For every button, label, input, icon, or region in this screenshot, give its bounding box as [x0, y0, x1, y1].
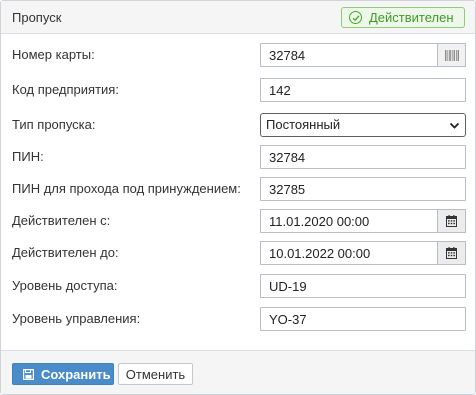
control-level-input[interactable] [260, 307, 466, 331]
pin-input[interactable] [260, 145, 466, 169]
company-code-row: Код предприятия: [1, 78, 475, 102]
pass-type-select[interactable]: Постоянный [260, 113, 466, 137]
calendar-icon [446, 215, 457, 227]
check-circle-icon [349, 11, 362, 24]
access-level-label: Уровень доступа: [12, 278, 118, 293]
pass-type-value: Постоянный [266, 117, 341, 132]
valid-from-input[interactable] [260, 209, 438, 233]
save-button[interactable]: Сохранить [12, 363, 114, 385]
valid-to-input[interactable] [260, 241, 438, 265]
access-level-row: Уровень доступа: [1, 274, 475, 298]
duress-pin-label: ПИН для прохода под принуждением: [12, 181, 241, 196]
access-level-input[interactable] [260, 274, 466, 298]
chevron-down-icon [449, 122, 460, 129]
cancel-button[interactable]: Отменить [118, 363, 193, 385]
duress-pin-input[interactable] [260, 177, 466, 201]
pass-type-label: Тип пропуска: [12, 117, 96, 132]
company-code-input[interactable] [260, 78, 466, 102]
card-number-row: Номер карты: [1, 43, 475, 67]
valid-to-calendar-button[interactable] [437, 241, 466, 265]
duress-pin-row: ПИН для прохода под принуждением: [1, 177, 475, 201]
card-number-input[interactable] [260, 43, 438, 67]
valid-from-row: Действителен с: [1, 209, 475, 233]
valid-to-row: Действителен до: [1, 241, 475, 265]
panel-header: Пропуск Действителен [1, 1, 475, 34]
save-button-label: Сохранить [41, 366, 111, 382]
card-number-label: Номер карты: [12, 47, 95, 62]
status-badge: Действителен [341, 7, 465, 28]
valid-to-label: Действителен до: [12, 245, 119, 260]
pin-row: ПИН: [1, 145, 475, 169]
panel-footer: Сохранить Отменить [1, 350, 475, 394]
barcode-icon [444, 49, 459, 61]
pin-label: ПИН: [12, 149, 44, 164]
cancel-button-label: Отменить [125, 366, 186, 382]
pass-panel: Пропуск Действителен Номер карты: Код пр… [0, 0, 476, 395]
status-text: Действителен [369, 10, 454, 25]
control-level-row: Уровень управления: [1, 307, 475, 331]
control-level-label: Уровень управления: [12, 311, 141, 326]
read-card-button[interactable] [437, 43, 466, 67]
pass-type-row: Тип пропуска: Постоянный [1, 113, 475, 137]
floppy-disk-icon [23, 368, 34, 380]
company-code-label: Код предприятия: [12, 82, 119, 97]
panel-title: Пропуск [12, 10, 62, 25]
calendar-icon [446, 247, 457, 259]
valid-from-label: Действителен с: [12, 213, 111, 228]
valid-from-calendar-button[interactable] [437, 209, 466, 233]
